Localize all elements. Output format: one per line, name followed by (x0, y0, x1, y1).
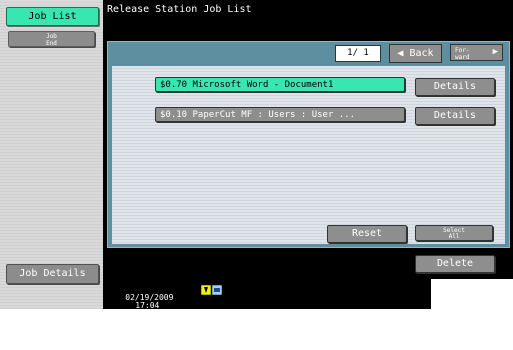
job-end-label-line2: End (46, 40, 57, 47)
title-bar: Release Station Job List (103, 0, 513, 40)
status-bar: 02/19/2009 17:04 Memory 100% (106, 286, 173, 350)
forward-button[interactable]: For- ward ▶ (450, 44, 503, 61)
status-memory-value: 100% (135, 333, 155, 342)
back-button[interactable]: ◀ Back (389, 44, 442, 63)
status-icons (201, 285, 222, 295)
job-details-button-1[interactable]: Details (415, 78, 495, 96)
job-list-button[interactable]: Job List (6, 7, 99, 26)
back-arrow-icon: ◀ (397, 48, 404, 59)
job-details-button-2[interactable]: Details (415, 107, 495, 125)
job-details-button[interactable]: Job Details (6, 264, 99, 284)
forward-arrow-icon: ▶ (492, 47, 498, 57)
job-item[interactable]: $0.10 PaperCut MF : Users : User ... (155, 107, 405, 122)
select-all-button[interactable]: Select All (415, 225, 493, 241)
page-title: Release Station Job List (107, 4, 252, 15)
job-end-button[interactable]: Job End (8, 31, 95, 47)
delete-button[interactable]: Delete (415, 255, 495, 273)
job-end-label-line1: Job (46, 33, 57, 40)
status-corner (431, 279, 513, 309)
select-all-line2: All (448, 233, 460, 240)
back-label: Back (409, 48, 434, 59)
job-item-selected[interactable]: $0.70 Microsoft Word - Document1 (155, 77, 405, 92)
page-indicator: 1/ 1 (335, 45, 381, 62)
reset-button[interactable]: Reset (327, 225, 407, 243)
